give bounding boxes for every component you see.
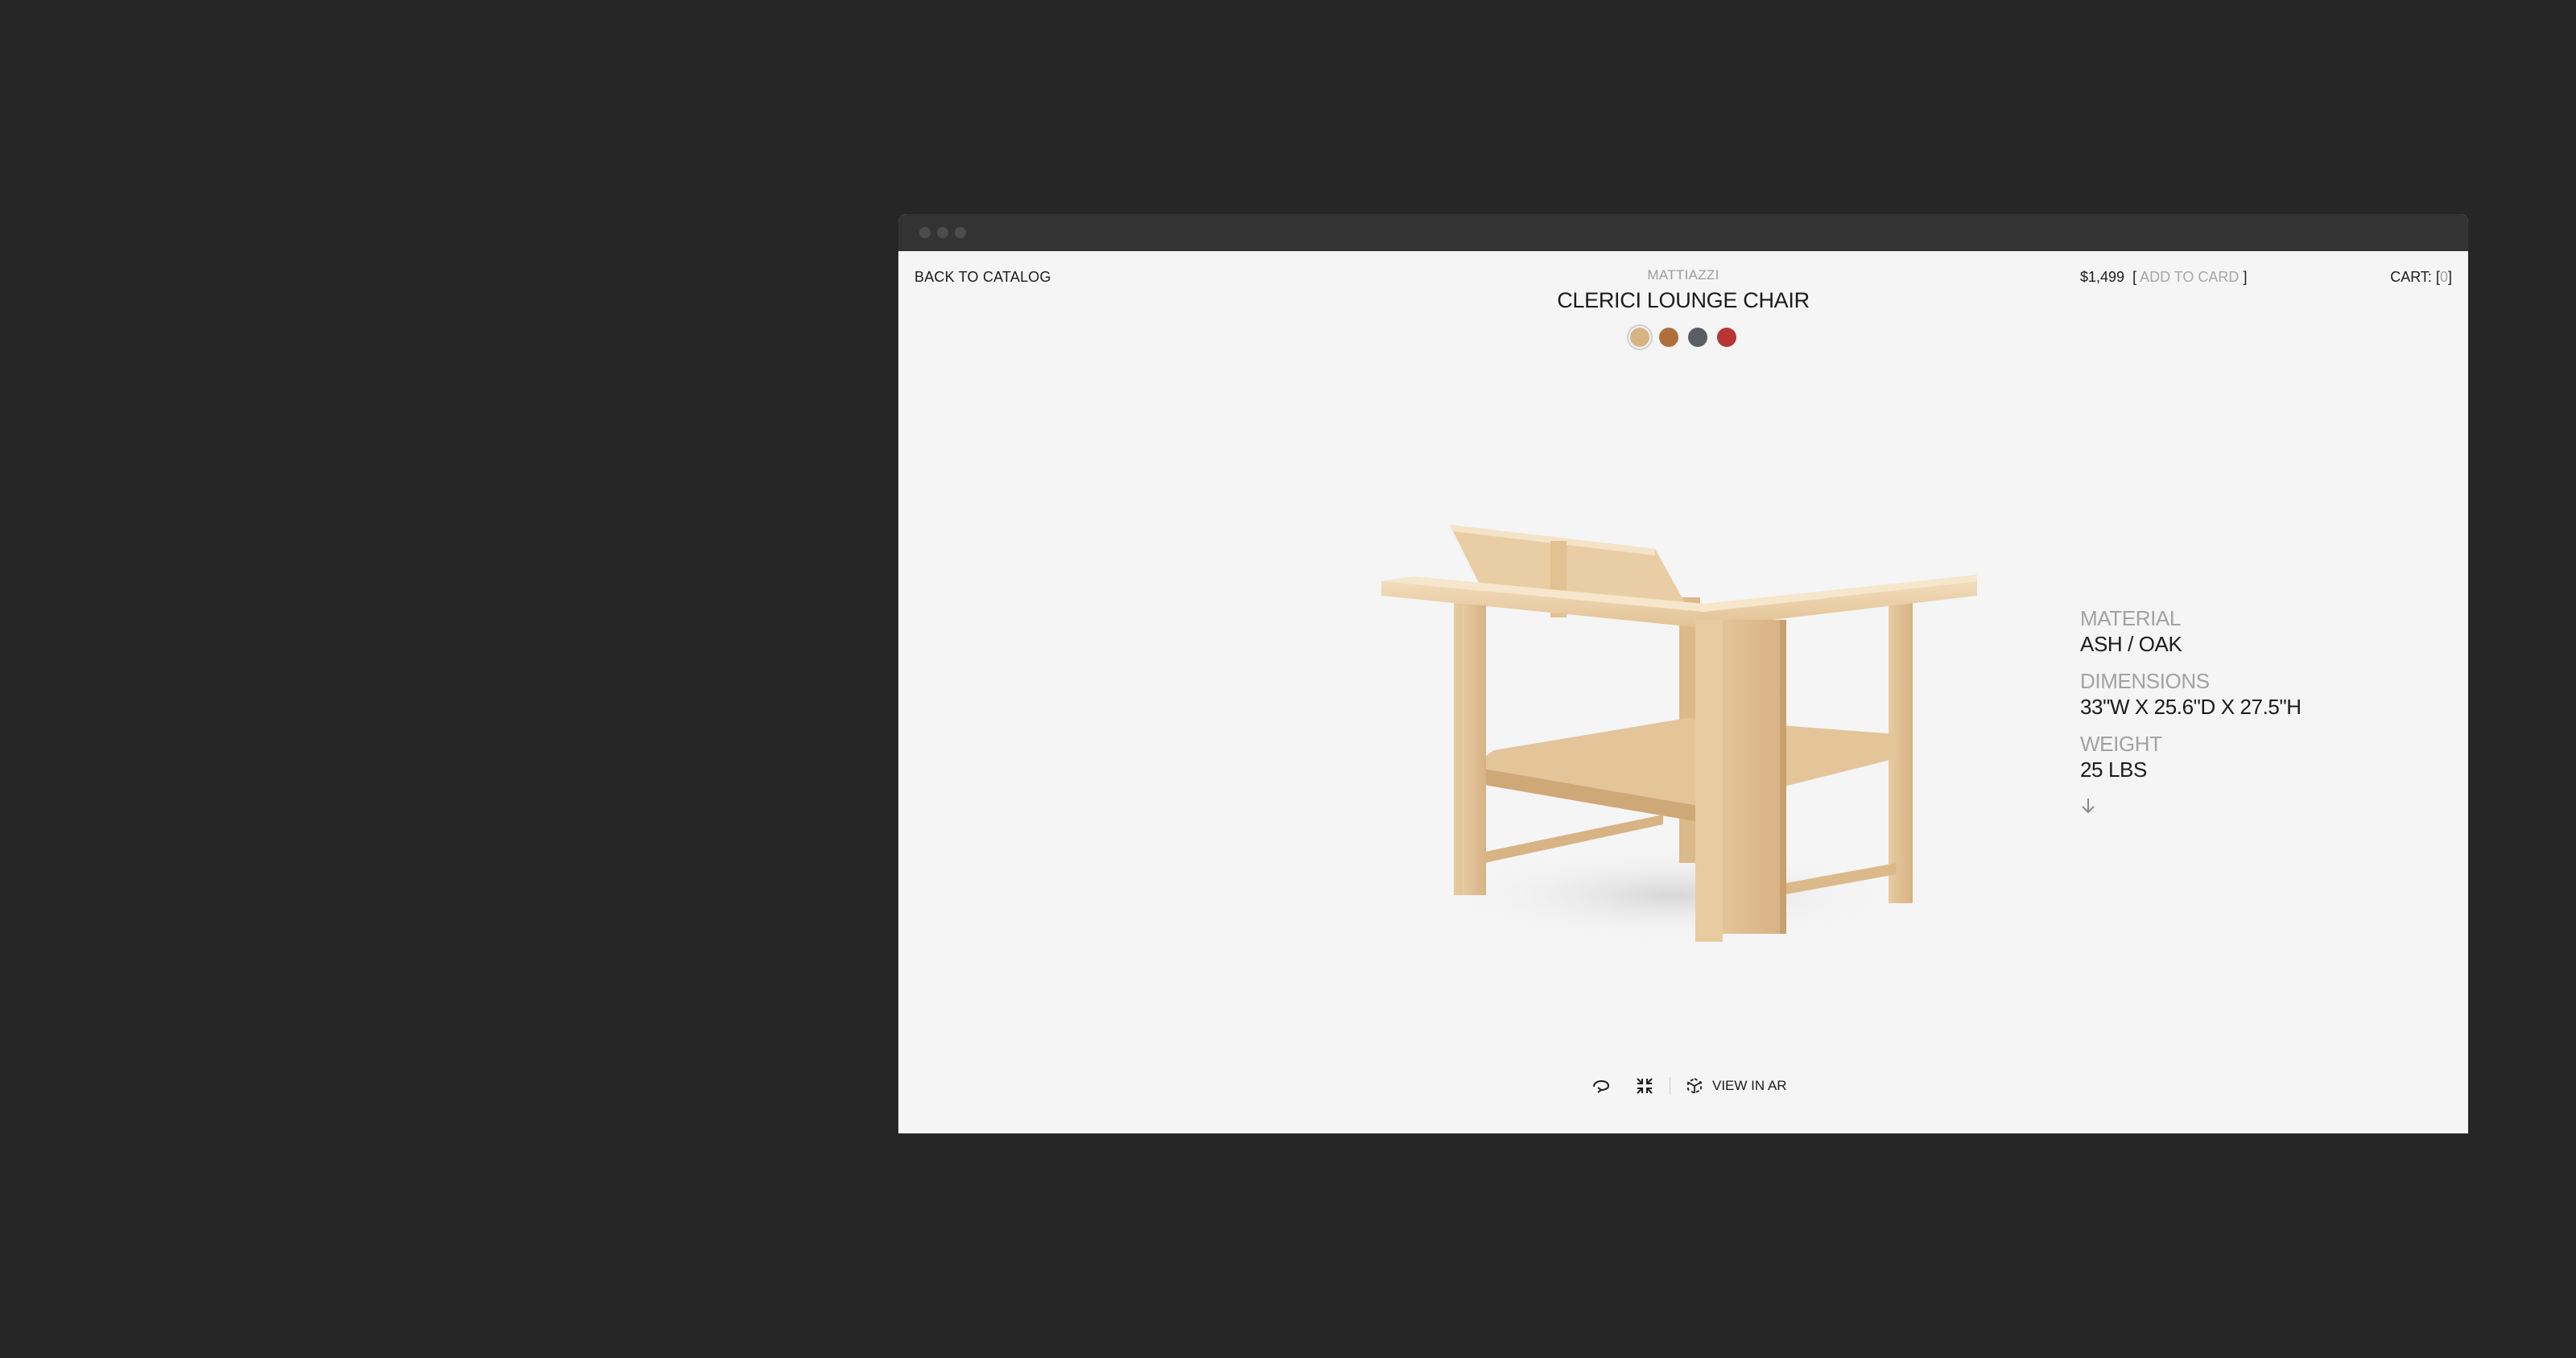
swatch-red[interactable]: [1717, 328, 1736, 347]
product-image-chair[interactable]: [1381, 517, 1985, 968]
close-window-dot[interactable]: [919, 227, 931, 238]
product-specs: MATERIAL ASH / OAK DIMENSIONS 33"W X 25.…: [2080, 605, 2301, 819]
product-price: $1,499: [2080, 269, 2125, 285]
swatch-natural-ash[interactable]: [1630, 328, 1649, 347]
product-title: CLERICI LOUNGE CHAIR: [1557, 288, 1810, 312]
rotate-button[interactable]: [1587, 1074, 1615, 1098]
add-to-card-button[interactable]: [ ADD TO CARD ]: [2132, 269, 2247, 286]
chair-front-leg-right: [1695, 620, 1723, 942]
browser-window: BACK TO CATALOG MATTIAZZI CLERICI LOUNGE…: [898, 214, 2468, 1133]
rotate-icon: [1593, 1079, 1610, 1093]
spec-value-material: ASH / OAK: [2080, 632, 2182, 656]
product-page: BACK TO CATALOG MATTIAZZI CLERICI LOUNGE…: [898, 251, 2468, 1133]
window-controls: [919, 227, 966, 238]
arrow-down-icon[interactable]: [2080, 797, 2096, 815]
cart-count: 0: [2439, 269, 2448, 285]
cart-label: CART:: [2390, 269, 2432, 285]
swatch-slate-grey[interactable]: [1688, 328, 1707, 347]
chair-front-leg-left: [1462, 605, 1486, 895]
bracket-close: ]: [2239, 269, 2248, 285]
chair-shadow: [1446, 847, 1897, 943]
cart-count-wrapper: [0]: [2435, 269, 2452, 285]
ar-cube-icon: [1687, 1078, 1702, 1095]
chair-front-panel-edge: [1780, 620, 1786, 934]
view-in-ar-label: VIEW IN AR: [1712, 1078, 1787, 1093]
spec-label-weight: WEIGHT: [2080, 732, 2162, 756]
spec-value-dimensions: 33"W X 25.6"D X 27.5"H: [2080, 695, 2301, 719]
spec-label-material: MATERIAL: [2080, 606, 2181, 630]
bracket-open: [: [2132, 269, 2140, 285]
color-swatches: [898, 328, 2468, 347]
maximize-window-dot[interactable]: [955, 227, 966, 238]
price-area: $1,499 [ ADD TO CARD ]: [2080, 269, 2247, 286]
view-in-ar-button[interactable]: VIEW IN AR: [1685, 1076, 1787, 1096]
collapse-button[interactable]: [1631, 1074, 1658, 1098]
viewer-toolbar: VIEW IN AR: [1587, 1074, 1787, 1098]
collapse-icon: [1637, 1078, 1653, 1094]
window-titlebar: [898, 214, 2468, 251]
spec-label-dimensions: DIMENSIONS: [2080, 669, 2210, 693]
minimize-window-dot[interactable]: [937, 227, 948, 238]
cart-link[interactable]: CART: [0]: [2390, 269, 2452, 286]
swatch-walnut-brown[interactable]: [1659, 328, 1678, 347]
spec-value-weight: 25 LBS: [2080, 757, 2147, 782]
add-to-card-label: ADD TO CARD: [2140, 269, 2240, 285]
